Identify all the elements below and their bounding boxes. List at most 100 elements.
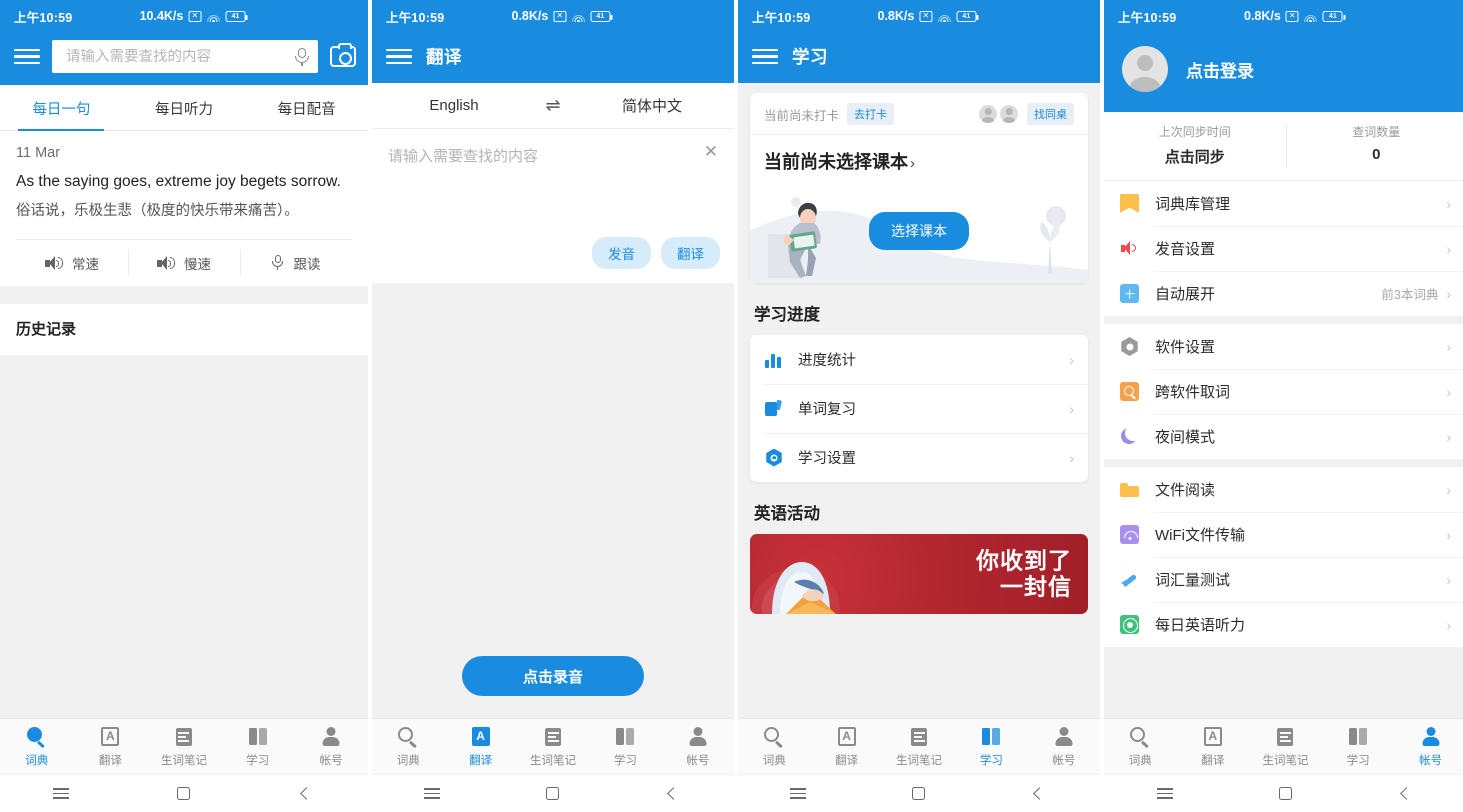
home-square-icon[interactable]: [1266, 787, 1306, 800]
nav-study[interactable]: 学习: [1322, 726, 1395, 768]
select-book-button[interactable]: 选择课本: [869, 211, 969, 250]
settings-list: 词典库管理 › 发音设置 › 自动展开 前3本词典 › 软件设置 › 跨软件取词…: [1104, 181, 1463, 718]
chevron-right-icon: ›: [1446, 195, 1451, 212]
chevron-right-icon: ›: [1446, 526, 1451, 543]
nav-translate[interactable]: A 翻译: [74, 726, 148, 768]
home-square-icon[interactable]: [533, 787, 573, 800]
follow-read-label: 跟读: [293, 257, 321, 273]
progress-section-title: 学习进度: [754, 306, 820, 324]
selected-book-title[interactable]: 当前尚未选择课本 ›: [750, 135, 1088, 178]
nav-study[interactable]: 学习: [589, 726, 661, 768]
translate-top-bar: 翻译: [372, 32, 734, 83]
activity-section-title: 英语活动: [754, 505, 820, 523]
nav-account[interactable]: 帐号: [1028, 726, 1100, 768]
settings-item-dict-library[interactable]: 词典库管理 ›: [1104, 181, 1463, 226]
microphone-icon[interactable]: [294, 47, 310, 67]
phone-screen-account: 上午10:59 0.8K/s ✕ 41 点击登录 上次同步时间 点击同步 查词数…: [1104, 0, 1463, 812]
settings-item-daily-listening[interactable]: 每日英语听力 ›: [1104, 602, 1463, 647]
source-language[interactable]: English: [372, 97, 536, 114]
tab-daily-sentence[interactable]: 每日一句: [0, 85, 123, 130]
settings-item-label: WiFi文件传输: [1155, 527, 1245, 544]
record-button[interactable]: 点击录音: [462, 656, 644, 696]
moon-icon: [1120, 425, 1141, 446]
battery-icon: 41: [956, 10, 979, 22]
nav-dictionary[interactable]: 词典: [372, 726, 444, 768]
menu-icon[interactable]: [41, 788, 81, 799]
login-prompt[interactable]: 点击登录: [1186, 57, 1254, 82]
stat-last-sync[interactable]: 上次同步时间 点击同步: [1104, 112, 1286, 180]
swap-arrows-icon[interactable]: ⇌: [536, 95, 570, 116]
nav-study-label: 学习: [1346, 754, 1370, 767]
bar-chart-icon: [764, 350, 784, 370]
settings-item-file-reading[interactable]: 文件阅读 ›: [1104, 467, 1463, 512]
profile-header[interactable]: 点击登录: [1104, 32, 1463, 112]
translate-input-area[interactable]: 请输入需要查找的内容 ✕: [372, 129, 734, 229]
nav-study[interactable]: 学习: [221, 726, 295, 768]
settings-item-cross-app-lookup[interactable]: 跨软件取词 ›: [1104, 369, 1463, 414]
back-chevron-icon[interactable]: [287, 787, 327, 800]
settings-item-auto-expand[interactable]: 自动展开 前3本词典 ›: [1104, 271, 1463, 316]
nav-notes[interactable]: 生词笔记: [1249, 726, 1322, 768]
settings-item-app-settings[interactable]: 软件设置 ›: [1104, 324, 1463, 369]
notes-icon: [542, 726, 564, 748]
nav-notes[interactable]: 生词笔记: [147, 726, 221, 768]
nav-dictionary[interactable]: 词典: [738, 726, 810, 768]
stat-query-count[interactable]: 查词数量 0: [1285, 112, 1463, 180]
nav-translate[interactable]: A 翻译: [810, 726, 882, 768]
menu-icon[interactable]: [1145, 788, 1185, 799]
menu-icon[interactable]: [778, 788, 818, 799]
tab-daily-dubbing[interactable]: 每日配音: [245, 85, 368, 130]
search-input[interactable]: [66, 48, 294, 65]
nav-notes[interactable]: 生词笔记: [883, 726, 955, 768]
nav-account[interactable]: 帐号: [294, 726, 368, 768]
settings-item-pronunciation[interactable]: 发音设置 ›: [1104, 226, 1463, 271]
tab-daily-listening[interactable]: 每日听力: [123, 85, 246, 130]
pronounce-button[interactable]: 发音: [592, 237, 651, 269]
avatar: [979, 105, 997, 123]
follow-read-button[interactable]: 跟读: [240, 240, 352, 286]
nav-translate-label: 翻译: [469, 754, 493, 767]
home-square-icon[interactable]: [899, 787, 939, 800]
list-item-progress-stats[interactable]: 进度统计 ›: [750, 335, 1088, 384]
hamburger-icon[interactable]: [386, 48, 412, 65]
multi-phone-screenshot: 上午10:59 10.4K/s ✕ 41 每日一句 每日听力 每日配音 11 M…: [0, 0, 1463, 812]
settings-item-vocab-test[interactable]: 词汇量测试 ›: [1104, 557, 1463, 602]
settings-item-wifi-transfer[interactable]: WiFi文件传输 ›: [1104, 512, 1463, 557]
folder-icon: [1120, 480, 1139, 499]
nav-dictionary[interactable]: 词典: [1104, 726, 1177, 768]
checkin-row: 当前尚未打卡 去打卡 找同桌: [750, 93, 1088, 125]
nav-dictionary[interactable]: 词典: [0, 726, 74, 768]
normal-speed-button[interactable]: 常速: [16, 240, 128, 286]
hamburger-icon[interactable]: [14, 48, 40, 65]
menu-icon[interactable]: [412, 788, 452, 799]
back-chevron-icon[interactable]: [654, 787, 694, 800]
nav-notes[interactable]: 生词笔记: [517, 726, 589, 768]
normal-speed-label: 常速: [72, 257, 99, 273]
study-top-bar: 学习: [738, 32, 1100, 83]
home-square-icon[interactable]: [164, 787, 204, 800]
list-item-study-settings[interactable]: 学习设置 ›: [750, 433, 1088, 482]
nav-translate[interactable]: A 翻译: [1177, 726, 1250, 768]
nav-translate[interactable]: A 翻译: [444, 726, 516, 768]
nav-notes-label: 生词笔记: [160, 754, 207, 767]
search-box[interactable]: [52, 40, 318, 73]
activity-banner[interactable]: 你收到了 一封信: [750, 534, 1088, 614]
slow-speed-button[interactable]: 慢速: [128, 240, 240, 286]
book-icon: [1347, 726, 1369, 748]
avatar-icon[interactable]: [1122, 46, 1168, 92]
list-item-word-review[interactable]: 单词复习 ›: [750, 384, 1088, 433]
nav-study[interactable]: 学习: [955, 726, 1027, 768]
go-checkin-button[interactable]: 去打卡: [847, 103, 895, 125]
camera-icon[interactable]: [330, 43, 356, 67]
translate-button[interactable]: 翻译: [661, 237, 720, 269]
nav-account[interactable]: 帐号: [1394, 726, 1463, 768]
close-x-icon[interactable]: ✕: [702, 142, 720, 161]
back-chevron-icon[interactable]: [1387, 787, 1427, 800]
back-chevron-icon[interactable]: [1020, 787, 1060, 800]
find-partner-button[interactable]: 找同桌: [1027, 103, 1074, 125]
target-language[interactable]: 简体中文: [570, 95, 734, 116]
settings-item-night-mode[interactable]: 夜间模式 ›: [1104, 414, 1463, 459]
hamburger-icon[interactable]: [752, 48, 778, 65]
android-system-bar: [1104, 774, 1463, 812]
nav-account[interactable]: 帐号: [662, 726, 734, 768]
